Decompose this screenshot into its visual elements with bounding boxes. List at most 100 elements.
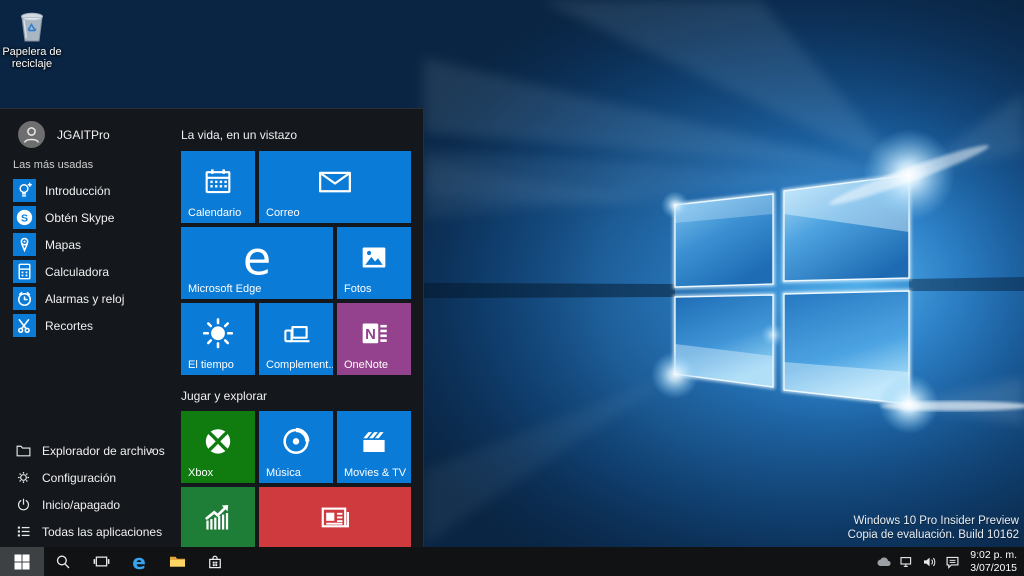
power-icon — [15, 496, 32, 513]
app-item-mapas[interactable]: Mapas — [0, 231, 180, 258]
sun-icon — [200, 315, 236, 356]
news-icon — [316, 500, 354, 539]
mail-icon — [315, 164, 355, 203]
store-button[interactable] — [196, 547, 234, 576]
edge-e-icon: e — [243, 235, 271, 281]
tile-fotos[interactable]: Fotos — [337, 227, 411, 299]
watermark-line1: Windows 10 Pro Insider Preview — [848, 514, 1019, 528]
tile-microsoft-edge[interactable]: e Microsoft Edge — [181, 227, 333, 299]
tile-label: OneNote — [344, 359, 388, 371]
app-item-introduccion[interactable]: Introducción — [0, 177, 180, 204]
tile-label: Fotos — [344, 283, 372, 295]
tile-noticias[interactable] — [259, 487, 411, 548]
most-used-list: Introducción S Obtén Skype Mapas — [0, 177, 180, 339]
watermark-line2: Copia de evaluación. Build 10162 — [848, 528, 1019, 542]
tile-label: El tiempo — [188, 359, 234, 371]
skype-icon: S — [13, 206, 36, 229]
edge-icon: e — [132, 552, 146, 572]
lightbulb-icon — [13, 179, 36, 202]
tile-label: Xbox — [188, 467, 213, 479]
tile-musica[interactable]: Música — [259, 411, 333, 483]
tile-correo[interactable]: Correo — [259, 151, 411, 223]
edge-browser-button[interactable]: e — [120, 547, 158, 576]
volume-icon[interactable] — [922, 555, 938, 569]
search-icon — [54, 553, 72, 571]
app-item-calculadora[interactable]: Calculadora — [0, 258, 180, 285]
sidebar-item-label: Inicio/apagado — [42, 498, 120, 512]
devices-icon — [279, 316, 313, 355]
taskbar-clock[interactable]: 9:02 p. m. 3/07/2015 — [967, 549, 1020, 574]
windows-start-icon — [14, 554, 30, 570]
sidebar-item-all-apps[interactable]: Todas las aplicaciones — [0, 518, 180, 545]
tile-label: Correo — [266, 207, 300, 219]
app-item-skype[interactable]: S Obtén Skype — [0, 204, 180, 231]
recycle-bin-label: Papelera de reciclaje — [2, 46, 62, 70]
sidebar-item-label: Explorador de archivos — [42, 444, 165, 458]
desktop-screen: { "desktop": { "recycle_bin_label": "Pap… — [0, 0, 1024, 576]
tile-label: Complement... — [266, 359, 333, 371]
onedrive-cloud-icon[interactable] — [876, 556, 892, 568]
file-explorer-icon — [168, 552, 187, 571]
user-account-button[interactable]: JGAITPro — [18, 121, 110, 148]
app-item-label: Obtén Skype — [45, 211, 114, 225]
tile-group-header-1: La vida, en un vistazo — [181, 128, 297, 142]
map-pin-icon — [13, 233, 36, 256]
tile-calendario[interactable]: Calendario — [181, 151, 255, 223]
most-used-header: Las más usadas — [13, 159, 93, 171]
sidebar-item-settings[interactable]: Configuración — [0, 464, 180, 491]
calculator-icon — [13, 260, 36, 283]
network-icon[interactable] — [899, 555, 915, 569]
tile-el-tiempo[interactable]: El tiempo — [181, 303, 255, 375]
app-item-recortes[interactable]: Recortes — [0, 312, 180, 339]
app-item-label: Introducción — [45, 184, 110, 198]
tile-xbox[interactable]: Xbox — [181, 411, 255, 483]
tile-label: Microsoft Edge — [188, 283, 261, 295]
action-center-icon[interactable] — [945, 555, 960, 569]
sidebar-item-label: Todas las aplicaciones — [42, 525, 162, 539]
tile-movies-tv[interactable]: Movies & TV — [337, 411, 411, 483]
svg-text:N: N — [365, 327, 376, 343]
taskbar: e — [0, 547, 1024, 576]
photos-icon — [358, 242, 390, 279]
user-name: JGAITPro — [57, 128, 110, 142]
tile-finanzas[interactable] — [181, 487, 255, 548]
tile-complementos[interactable]: Complement... — [259, 303, 333, 375]
clock-time: 9:02 p. m. — [970, 549, 1017, 562]
all-apps-icon — [15, 523, 32, 540]
music-icon — [279, 424, 313, 463]
recycle-bin-shortcut[interactable]: Papelera de reciclaje — [2, 8, 62, 70]
app-item-alarmas[interactable]: Alarmas y reloj — [0, 285, 180, 312]
system-tray: 9:02 p. m. 3/07/2015 — [876, 547, 1024, 576]
alarm-clock-icon — [13, 287, 36, 310]
store-icon — [206, 553, 224, 571]
app-item-label: Recortes — [45, 319, 93, 333]
tile-label: Movies & TV — [344, 467, 406, 479]
sidebar-item-power[interactable]: Inicio/apagado — [0, 491, 180, 518]
task-view-button[interactable] — [82, 547, 120, 576]
chevron-right-icon[interactable]: › — [150, 443, 154, 457]
system-list: Explorador de archivos › Configuración I… — [0, 437, 180, 545]
xbox-icon — [201, 424, 235, 463]
finance-chart-icon — [200, 499, 236, 540]
sidebar-item-file-explorer[interactable]: Explorador de archivos › — [0, 437, 180, 464]
app-item-label: Alarmas y reloj — [45, 292, 124, 306]
gear-icon — [15, 469, 32, 486]
start-button[interactable] — [0, 547, 44, 576]
calendar-icon — [201, 164, 235, 203]
file-explorer-button[interactable] — [158, 547, 196, 576]
build-watermark: Windows 10 Pro Insider Preview Copia de … — [848, 514, 1019, 542]
user-avatar-icon — [18, 121, 45, 148]
tile-onenote[interactable]: N OneNote — [337, 303, 411, 375]
onenote-icon: N — [357, 316, 391, 355]
svg-text:S: S — [21, 212, 28, 224]
search-button[interactable] — [44, 547, 82, 576]
tile-label: Música — [266, 467, 301, 479]
tile-group-header-2: Jugar y explorar — [181, 389, 267, 403]
scissors-icon — [13, 314, 36, 337]
recycle-bin-icon — [15, 8, 49, 44]
task-view-icon — [92, 552, 111, 571]
app-item-label: Mapas — [45, 238, 81, 252]
app-item-label: Calculadora — [45, 265, 109, 279]
folder-icon — [15, 442, 32, 459]
start-menu: JGAITPro Las más usadas Introducción S O… — [0, 108, 424, 547]
